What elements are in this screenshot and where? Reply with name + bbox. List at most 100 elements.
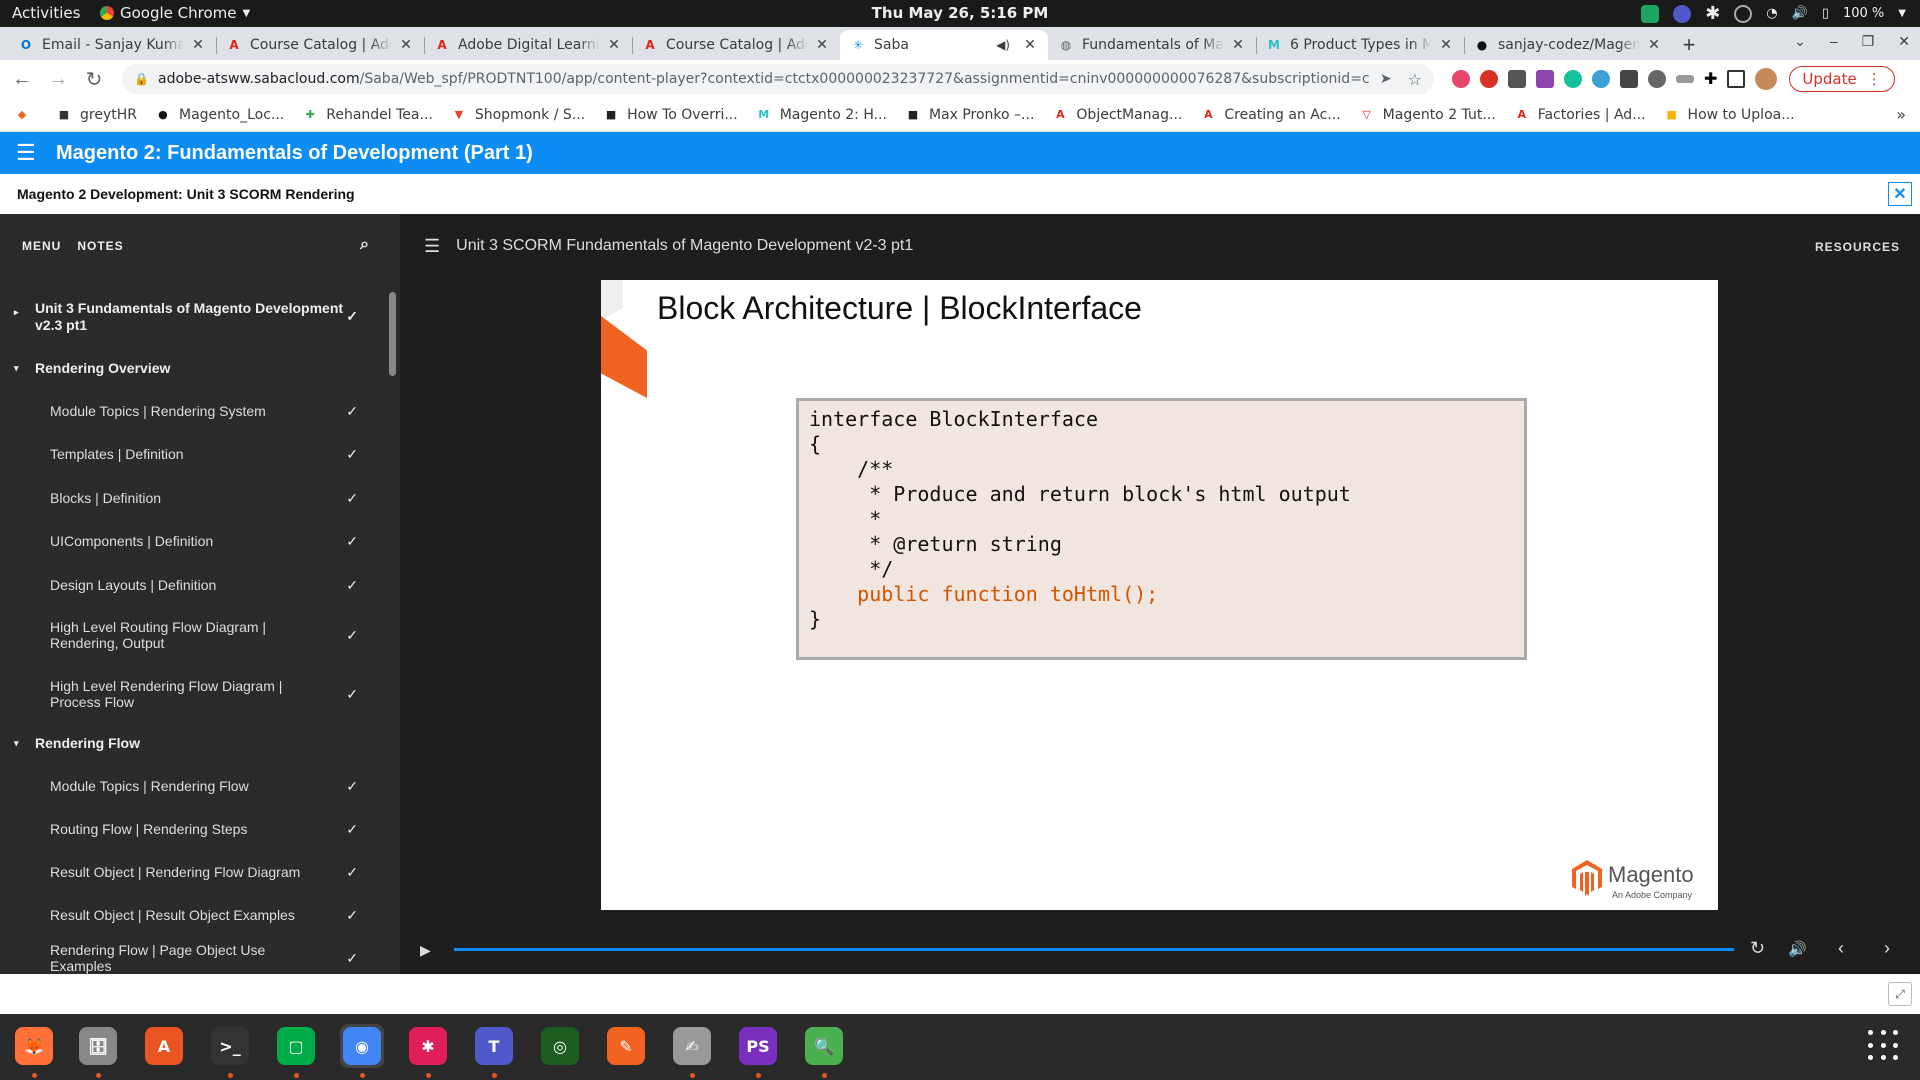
resources-button[interactable]: RESOURCES: [1815, 240, 1900, 254]
volume-icon[interactable]: 🔊: [1792, 6, 1808, 21]
bookmark-3[interactable]: ● Magento_Loc...: [155, 107, 284, 123]
menu-hamburger-icon[interactable]: ☰: [16, 140, 40, 166]
outline-item[interactable]: Rendering Flow | Page Object Use Example…: [0, 936, 388, 974]
update-button[interactable]: Update ⋮: [1789, 66, 1895, 92]
extension-icon-9[interactable]: [1676, 75, 1694, 83]
camera-icon[interactable]: ◎: [538, 1024, 582, 1068]
google-chat-tray-icon[interactable]: [1641, 4, 1660, 23]
tab-2[interactable]: A Course Catalog | Adob ✕: [216, 30, 424, 60]
close-tab-icon[interactable]: ✕: [398, 37, 414, 53]
progress-bar[interactable]: [454, 948, 1734, 951]
address-bar[interactable]: 🔒 adobe-atsww.sabacloud.com/Saba/Web_spf…: [122, 64, 1434, 94]
close-player-button[interactable]: ✕: [1888, 182, 1912, 206]
minimize-icon[interactable]: –: [1830, 33, 1838, 50]
show-apps-icon[interactable]: [1868, 1030, 1900, 1062]
firefox-icon[interactable]: 🦊: [12, 1024, 56, 1068]
outline-section[interactable]: ▾ Rendering Flow: [0, 723, 388, 764]
next-slide-icon[interactable]: ›: [1884, 938, 1890, 959]
search-icon[interactable]: ⌕: [360, 236, 370, 254]
extension-icon-1[interactable]: [1452, 70, 1470, 88]
sidebar-scrollbar[interactable]: [389, 292, 396, 376]
volume-icon[interactable]: 🔊: [1788, 940, 1807, 958]
new-tab-button[interactable]: +: [1672, 30, 1706, 60]
caret-down-icon[interactable]: ▾: [14, 735, 19, 752]
outline-item[interactable]: UIComponents | Definition ✓: [0, 519, 388, 563]
outline-item[interactable]: Blocks | Definition ✓: [0, 476, 388, 519]
text-editor-icon[interactable]: ✍: [670, 1024, 714, 1068]
bookmark-13[interactable]: ■ How to Uploa...: [1664, 107, 1794, 123]
forward-icon[interactable]: →: [44, 68, 72, 91]
caret-down-icon[interactable]: ▾: [14, 360, 19, 377]
tab-8[interactable]: ● sanjay-codez/Magent ✕: [1464, 30, 1672, 60]
gear-icon[interactable]: [1648, 70, 1666, 88]
adblock-icon[interactable]: [1480, 70, 1498, 88]
tab-7[interactable]: M 6 Product Types in Ma ✕: [1256, 30, 1464, 60]
previous-slide-icon[interactable]: ‹: [1838, 938, 1844, 959]
outline-item[interactable]: Result Object | Result Object Examples ✓: [0, 893, 388, 936]
back-icon[interactable]: ←: [8, 68, 36, 91]
wifi-icon[interactable]: ◔: [1766, 6, 1777, 21]
outline-item[interactable]: Routing Flow | Rendering Steps ✓: [0, 807, 388, 850]
tab-menu[interactable]: MENU: [22, 239, 61, 253]
app-menu[interactable]: Google Chrome ▼: [100, 4, 250, 22]
bookmark-8[interactable]: ■ Max Pronko –...: [905, 107, 1035, 123]
bookmark-star-icon[interactable]: ☆: [1408, 70, 1422, 89]
slide-menu-icon[interactable]: ☰: [424, 236, 440, 257]
replay-icon[interactable]: ↻: [1750, 938, 1765, 959]
outline-section[interactable]: ▸ Unit 3 Fundamentals of Magento Developm…: [0, 292, 388, 348]
terminal-icon[interactable]: >_: [208, 1024, 252, 1068]
extension-icon-4[interactable]: [1536, 70, 1554, 88]
outline-item[interactable]: Result Object | Rendering Flow Diagram ✓: [0, 850, 388, 893]
extension-icon-7[interactable]: [1620, 70, 1638, 88]
close-tab-icon[interactable]: ✕: [190, 37, 206, 53]
activities-button[interactable]: Activities: [12, 4, 80, 22]
play-icon[interactable]: ▶: [420, 942, 431, 959]
close-tab-icon[interactable]: ✕: [814, 37, 830, 53]
bookmark-5[interactable]: ▼ Shopmonk / S...: [451, 107, 585, 123]
slack-tray-icon[interactable]: ✱: [1705, 3, 1720, 24]
close-tab-icon[interactable]: ✕: [606, 37, 622, 53]
side-panel-icon[interactable]: [1727, 70, 1746, 88]
phpstorm-icon[interactable]: PS: [736, 1024, 780, 1068]
outline-item[interactable]: Module Topics | Rendering System ✓: [0, 389, 388, 432]
lock-icon[interactable]: 🔒: [134, 72, 149, 86]
outline-item[interactable]: High Level Routing Flow Diagram | Render…: [0, 606, 388, 664]
tab-4[interactable]: A Course Catalog | Adob ✕: [632, 30, 840, 60]
close-tab-icon[interactable]: ✕: [1438, 37, 1454, 53]
bookmarks-overflow-icon[interactable]: »: [1896, 105, 1906, 124]
profile-avatar[interactable]: [1755, 68, 1778, 90]
teams-tray-icon[interactable]: [1673, 4, 1692, 23]
clock[interactable]: Thu May 26, 5:16 PM: [872, 4, 1049, 22]
tab-notes[interactable]: NOTES: [77, 239, 123, 253]
bookmark-11[interactable]: ▽ Magento 2 Tut...: [1359, 107, 1495, 123]
bookmark-4[interactable]: ✚ Rehandel Tea...: [302, 107, 433, 123]
close-tab-icon[interactable]: ✕: [1646, 37, 1662, 53]
outline-item[interactable]: High Level Rendering Flow Diagram | Proc…: [0, 664, 388, 723]
bookmark-12[interactable]: A Factories | Ad...: [1514, 107, 1645, 123]
globe-tray-icon[interactable]: [1734, 4, 1753, 23]
reload-icon[interactable]: ↻: [80, 67, 108, 92]
software-center-icon[interactable]: A: [142, 1024, 186, 1068]
speaker-icon[interactable]: ◀): [996, 38, 1010, 52]
files-icon[interactable]: 🗄: [76, 1024, 120, 1068]
outline-section[interactable]: ▾ Rendering Overview: [0, 348, 388, 389]
chevron-down-icon[interactable]: ▼: [1898, 8, 1906, 19]
bookmark-1[interactable]: ◆: [14, 107, 38, 123]
system-tray[interactable]: ✱ ◔ 🔊 ▯ 100 % ▼: [1641, 3, 1906, 24]
bookmark-10[interactable]: A Creating an Ac...: [1200, 107, 1341, 123]
bookmark-2[interactable]: ■ greytHR: [56, 107, 137, 123]
close-window-icon[interactable]: ✕: [1898, 33, 1910, 50]
extension-icon-6[interactable]: [1592, 70, 1610, 88]
share-icon[interactable]: ➤: [1380, 71, 1392, 87]
bookmark-7[interactable]: M Magento 2: H...: [756, 107, 887, 123]
outline-item[interactable]: Templates | Definition ✓: [0, 432, 388, 476]
slack-icon[interactable]: ✱: [406, 1024, 450, 1068]
chrome-icon[interactable]: ◉: [340, 1024, 384, 1068]
restore-icon[interactable]: ❐: [1862, 33, 1875, 50]
outline-item[interactable]: Module Topics | Rendering Flow ✓: [0, 764, 388, 807]
bookmark-6[interactable]: ■ How To Overri...: [603, 107, 738, 123]
close-tab-icon[interactable]: ✕: [1230, 37, 1246, 53]
tab-1[interactable]: O Email - Sanjay Kumar I ✕: [8, 30, 216, 60]
fullscreen-icon[interactable]: ⤢: [1888, 982, 1912, 1006]
puzzle-icon[interactable]: ✚: [1704, 69, 1717, 89]
